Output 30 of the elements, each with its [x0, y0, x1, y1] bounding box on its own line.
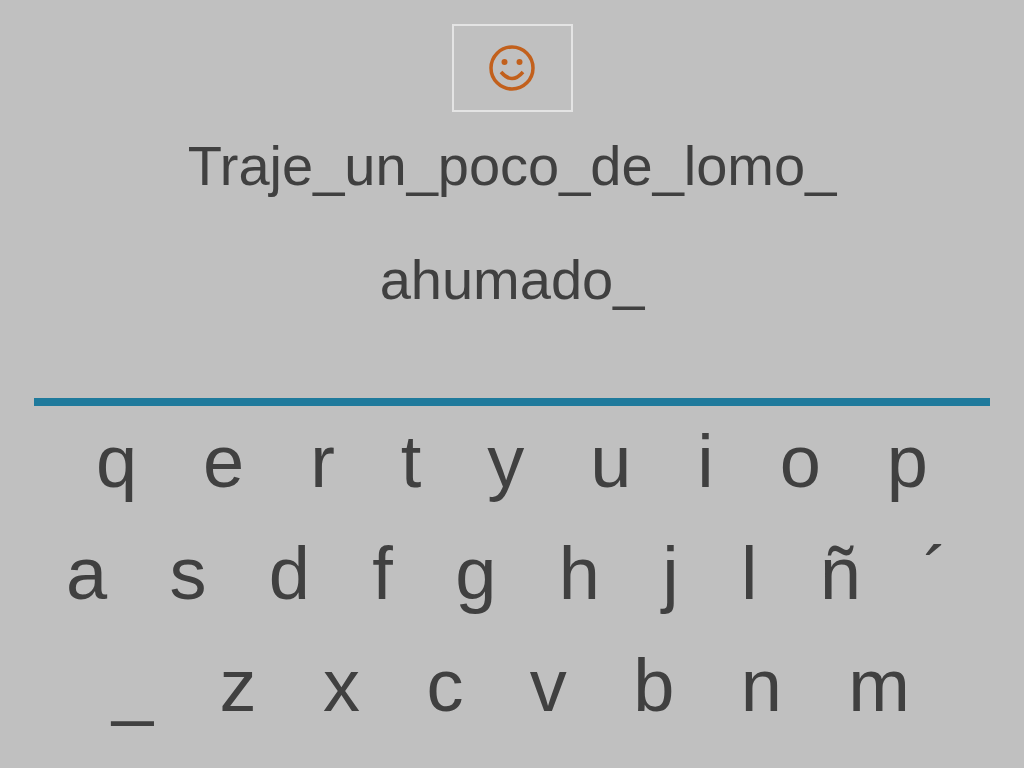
key-button[interactable]: a	[62, 532, 112, 616]
key-button[interactable]: r	[306, 420, 339, 504]
key-button[interactable]: ñ	[815, 532, 865, 616]
key-button[interactable]: n	[736, 644, 786, 728]
key-button[interactable]: ´	[919, 532, 952, 616]
key-button[interactable]: d	[264, 532, 314, 616]
key-button[interactable]: t	[396, 420, 426, 504]
key-button[interactable]: g	[451, 532, 501, 616]
key-button[interactable]: s	[165, 532, 211, 616]
key-button[interactable]: m	[844, 644, 914, 728]
key-button[interactable]: v	[525, 644, 571, 728]
key-button[interactable]: h	[554, 532, 604, 616]
key-button[interactable]: j	[658, 532, 683, 616]
key-button[interactable]: f	[368, 532, 397, 616]
key-button[interactable]: u	[586, 420, 636, 504]
key-button[interactable]: c	[422, 644, 468, 728]
key-button[interactable]: y	[483, 420, 529, 504]
key-button[interactable]: p	[882, 420, 932, 504]
key-button[interactable]: q	[92, 420, 142, 504]
key-button[interactable]: i	[693, 420, 718, 504]
sentence-text: ahumado_	[379, 248, 645, 312]
key-button[interactable]: l	[737, 532, 762, 616]
smiley-icon	[487, 43, 537, 93]
key-button[interactable]: e	[199, 420, 249, 504]
key-button[interactable]: z	[215, 644, 261, 728]
key-button[interactable]: b	[629, 644, 679, 728]
key-button[interactable]: _	[108, 644, 158, 728]
key-button[interactable]: o	[775, 420, 825, 504]
sentence-text: Traje_un_poco_de_lomo_	[187, 134, 837, 198]
key-button[interactable]: x	[318, 644, 364, 728]
